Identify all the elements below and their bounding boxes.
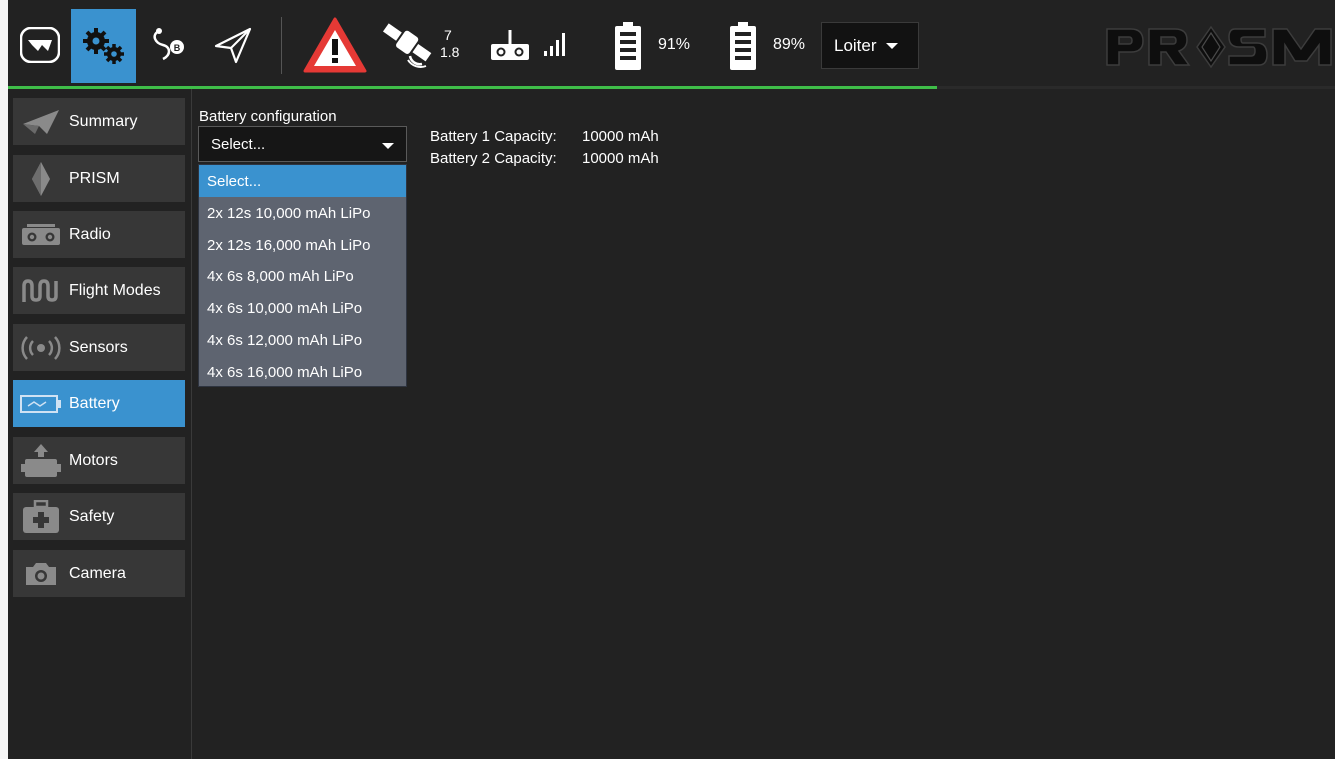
battery-level-icon — [615, 22, 641, 70]
dropdown-option[interactable]: 4x 6s 10,000 mAh LiPo — [199, 292, 406, 324]
sidebar-item-label: Camera — [69, 564, 126, 582]
sidebar-item-label: Safety — [69, 507, 115, 525]
motors-icon — [13, 437, 69, 484]
chevron-down-icon — [885, 42, 898, 49]
prism-diamond-icon — [13, 155, 69, 202]
plan-view-button[interactable]: B — [142, 17, 196, 73]
battery1-percent: 91% — [658, 36, 691, 53]
dropdown-option[interactable]: 4x 6s 8,000 mAh LiPo — [199, 260, 406, 292]
signal-bars-icon — [544, 33, 565, 56]
battery-configuration-select[interactable]: Select... — [198, 126, 407, 162]
sidebar-item-label: Motors — [69, 451, 118, 469]
paper-plane-icon — [13, 98, 69, 145]
safety-kit-icon — [13, 493, 69, 540]
sidebar-item-label: Flight Modes — [69, 281, 161, 299]
sensors-icon — [13, 324, 69, 371]
toolbar-progress-track — [937, 86, 1335, 89]
fly-view-button[interactable] — [206, 17, 260, 73]
prism-logo-icon — [1106, 25, 1332, 69]
battery-configuration-label: Battery configuration — [199, 108, 337, 125]
sidebar-item-prism[interactable]: PRISM — [13, 155, 185, 202]
battery2-button[interactable] — [726, 18, 760, 74]
battery1-button[interactable] — [611, 18, 645, 74]
flight-mode-value: Loiter — [834, 35, 877, 55]
warning-messages-button[interactable] — [298, 13, 372, 77]
sidebar-item-battery[interactable]: Battery — [13, 380, 185, 427]
sidebar-item-label: Sensors — [69, 338, 128, 356]
sidebar-divider — [191, 89, 192, 759]
battery-configuration-value: Select... — [211, 135, 266, 153]
app-logo-button[interactable] — [12, 17, 68, 73]
gps-hdop: 1.8 — [440, 44, 460, 60]
rc-rssi-indicator — [536, 22, 576, 64]
flight-mode-select[interactable]: Loiter — [821, 22, 919, 69]
gps-status-button[interactable] — [370, 13, 442, 77]
app-window: B 7 1.8 91% 89% Loiter Summary PRISM Rad… — [8, 0, 1335, 759]
svg-text:B: B — [174, 43, 181, 53]
app-logo-icon — [20, 27, 60, 63]
battery2-capacity-value: 10000 mAh — [582, 150, 659, 167]
warning-icon — [303, 17, 367, 73]
battery-level-icon — [730, 22, 756, 70]
toolbar: B 7 1.8 91% 89% Loiter — [8, 0, 1335, 86]
gps-satellite-count: 7 — [444, 27, 452, 43]
battery-icon — [13, 380, 69, 427]
dropdown-option[interactable]: 2x 12s 10,000 mAh LiPo — [199, 197, 406, 229]
camera-icon — [13, 550, 69, 597]
rc-status-button[interactable] — [486, 20, 534, 70]
battery1-capacity-label: Battery 1 Capacity: — [430, 128, 557, 145]
chevron-down-icon — [382, 143, 394, 149]
sidebar-item-safety[interactable]: Safety — [13, 493, 185, 540]
dropdown-option[interactable]: 4x 6s 12,000 mAh LiPo — [199, 324, 406, 356]
brand-logo — [1103, 25, 1335, 69]
sidebar-item-flight-modes[interactable]: Flight Modes — [13, 267, 185, 314]
sidebar-item-camera[interactable]: Camera — [13, 550, 185, 597]
battery2-percent: 89% — [773, 36, 806, 53]
battery1-capacity-value: 10000 mAh — [582, 128, 659, 145]
satellite-icon — [382, 23, 432, 68]
radio-icon — [13, 211, 69, 258]
paper-plane-icon — [214, 27, 252, 64]
radio-remote-icon — [491, 30, 529, 60]
toolbar-separator — [281, 17, 282, 74]
vehicle-setup-button[interactable] — [71, 9, 136, 83]
sidebar-item-radio[interactable]: Radio — [13, 211, 185, 258]
sidebar-item-sensors[interactable]: Sensors — [13, 324, 185, 371]
flight-modes-icon — [13, 267, 69, 314]
sidebar-item-label: Radio — [69, 225, 111, 243]
sidebar-item-motors[interactable]: Motors — [13, 437, 185, 484]
sidebar-item-summary[interactable]: Summary — [13, 98, 185, 145]
sidebar-item-label: Summary — [69, 112, 138, 130]
gears-icon — [82, 28, 124, 64]
battery2-capacity-label: Battery 2 Capacity: — [430, 150, 557, 167]
waypoint-path-icon: B — [153, 28, 184, 61]
dropdown-option[interactable]: 4x 6s 16,000 mAh LiPo — [199, 356, 406, 388]
dropdown-option[interactable]: 2x 12s 16,000 mAh LiPo — [199, 229, 406, 261]
dropdown-option[interactable]: Select... — [199, 165, 406, 197]
battery-configuration-dropdown-list: Select... 2x 12s 10,000 mAh LiPo 2x 12s … — [198, 164, 407, 387]
sidebar-item-label: Battery — [69, 394, 120, 412]
sidebar-item-label: PRISM — [69, 169, 120, 187]
